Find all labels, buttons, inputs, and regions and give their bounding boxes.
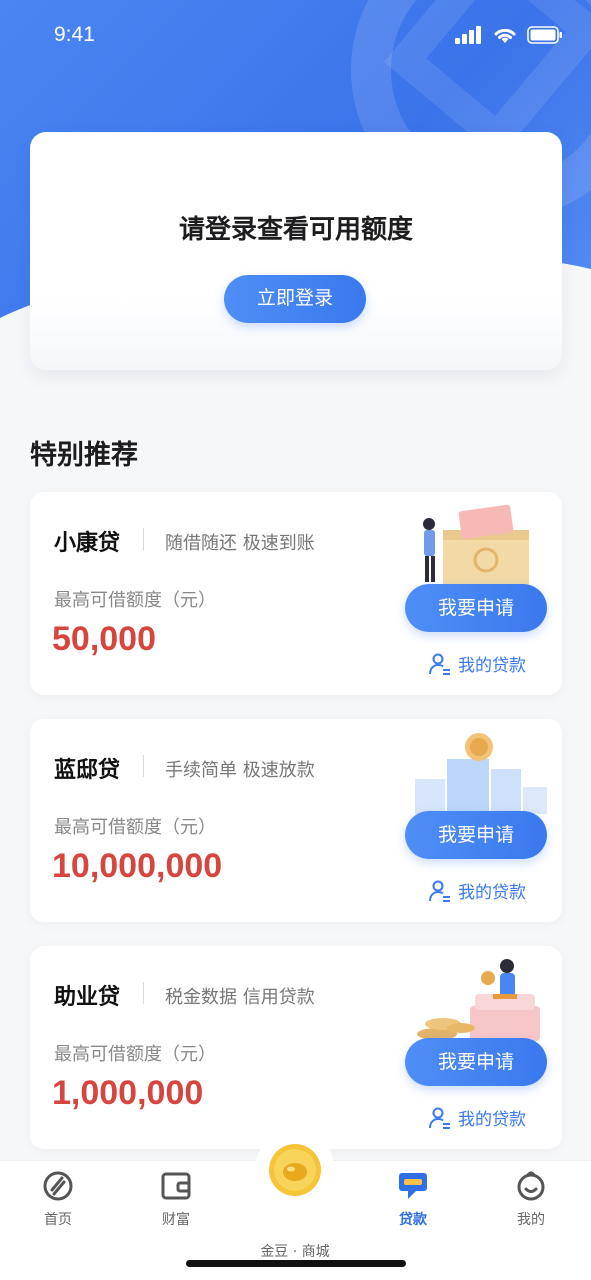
apply-button[interactable]: 我要申请 — [405, 1038, 547, 1086]
amount-label: 最高可借额度（元） — [54, 590, 216, 611]
apply-button[interactable]: 我要申请 — [405, 584, 547, 632]
tab-label: 财富 — [162, 1212, 190, 1228]
loan-card-landi[interactable]: 蓝邸贷 手续简单 极速放款 最高可借额度（元） 10,000,000 我要申请 … — [30, 719, 562, 922]
user-list-icon — [429, 653, 450, 675]
loan-desc: 随借随还 极速到账 — [165, 533, 315, 554]
coins-person-illustration-icon — [417, 959, 540, 1041]
signal-icon — [455, 26, 481, 44]
tab-label: 首页 — [44, 1212, 72, 1228]
amount-label: 最高可借额度（元） — [54, 817, 216, 838]
my-loan-link[interactable]: 我的贷款 — [428, 1105, 526, 1130]
wallet-icon — [161, 1172, 191, 1200]
loan-amount: 10,000,000 — [52, 847, 223, 885]
loan-amount: 1,000,000 — [52, 1074, 204, 1112]
my-loan-label: 我的贷款 — [458, 656, 526, 676]
loan-name: 蓝邸贷 — [54, 758, 121, 783]
loan-chat-icon — [399, 1173, 427, 1199]
divider — [143, 528, 144, 550]
loan-desc: 手续简单 极速放款 — [165, 760, 315, 781]
status-icons — [455, 26, 563, 44]
profile-face-icon — [517, 1171, 545, 1201]
loan-name: 助业贷 — [54, 985, 121, 1010]
section-title: 特别推荐 — [30, 440, 138, 471]
loan-amount: 50,000 — [52, 620, 156, 658]
loan-desc: 税金数据 信用贷款 — [165, 987, 315, 1008]
tab-label: 金豆 · 商城 — [260, 1244, 330, 1260]
my-loan-link[interactable]: 我的贷款 — [428, 651, 526, 676]
login-prompt-title: 请登录查看可用额度 — [178, 215, 413, 245]
tab-label: 我的 — [517, 1212, 545, 1228]
wifi-icon — [494, 28, 516, 43]
battery-icon — [527, 26, 562, 44]
apply-button[interactable]: 我要申请 — [405, 811, 547, 859]
my-loan-link[interactable]: 我的贷款 — [428, 878, 526, 903]
login-card: 请登录查看可用额度 立即登录 — [30, 132, 562, 370]
jindou-coin-button[interactable] — [255, 1130, 335, 1210]
my-loan-label: 我的贷款 — [458, 1110, 526, 1130]
divider — [143, 755, 144, 777]
tab-label: 贷款 — [399, 1212, 427, 1228]
tab-home[interactable]: 首页 — [8, 1169, 108, 1229]
loan-name: 小康贷 — [54, 531, 121, 556]
tab-loan[interactable]: 贷款 — [363, 1169, 463, 1229]
tab-mine[interactable]: 我的 — [481, 1169, 581, 1229]
amount-label: 最高可借额度（元） — [54, 1044, 216, 1065]
divider — [143, 982, 144, 1004]
status-bar: 9:41 — [0, 0, 591, 70]
money-box-illustration-icon — [423, 504, 529, 587]
user-list-icon — [429, 1107, 450, 1129]
home-logo-icon — [43, 1171, 73, 1201]
loan-card-zhuye[interactable]: 助业贷 税金数据 信用贷款 最高可借额度（元） 1,000,000 我要申请 我… — [30, 946, 562, 1149]
my-loan-label: 我的贷款 — [458, 883, 526, 903]
gold-coin-icon — [269, 1144, 321, 1196]
loan-card-xiaokang[interactable]: 小康贷 随借随还 极速到账 最高可借额度（元） 50,000 我要申请 我的贷款 — [30, 492, 562, 695]
status-time: 9:41 — [54, 23, 95, 46]
buildings-coin-illustration-icon — [415, 733, 547, 814]
tab-wealth[interactable]: 财富 — [126, 1169, 226, 1229]
login-button[interactable]: 立即登录 — [224, 275, 366, 323]
tab-jindou-mall[interactable]: 金豆 · 商城 — [245, 1241, 345, 1261]
home-indicator — [186, 1260, 406, 1267]
user-list-icon — [429, 880, 450, 902]
